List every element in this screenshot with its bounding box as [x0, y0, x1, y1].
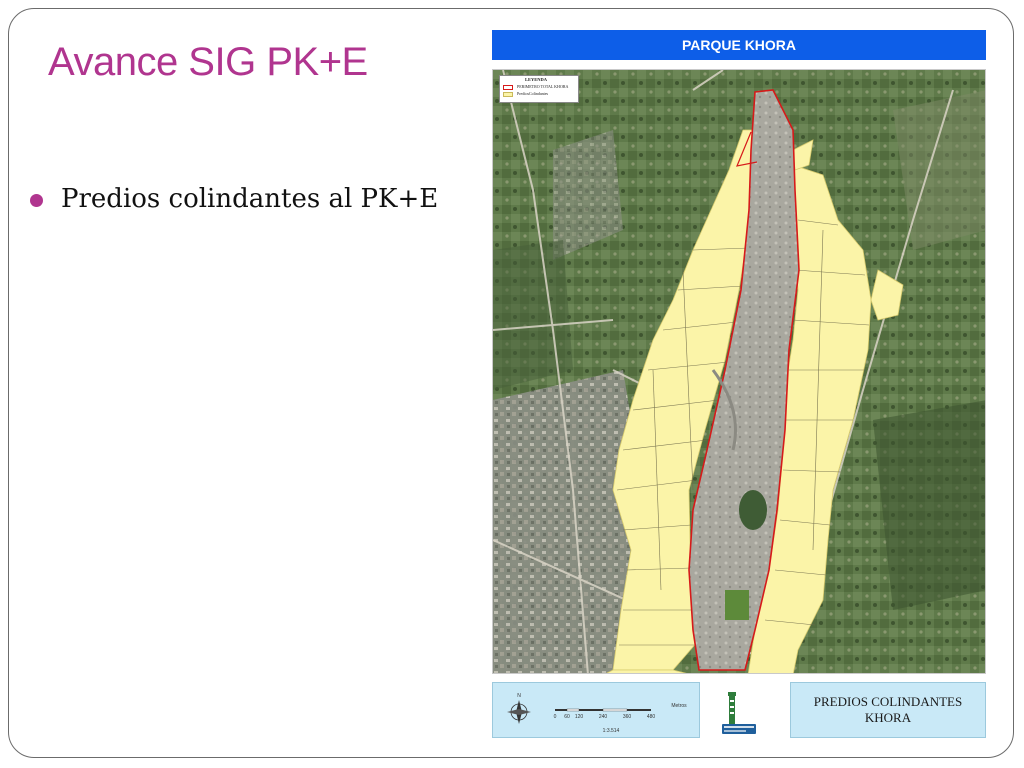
footer-title-line1: PREDIOS COLINDANTES	[813, 694, 963, 709]
parcel-swatch-icon	[503, 91, 513, 97]
scale-tick-label: 60	[564, 714, 570, 720]
compass-icon: N	[507, 693, 531, 724]
legend-item-perimeter: PERIMETRO TOTAL KHORA	[503, 84, 575, 90]
municipality-logo	[718, 682, 760, 738]
footer-title-line2: KHORA	[864, 710, 912, 725]
scale-tick-label: 120	[575, 714, 584, 720]
scale-tick-label: 480	[647, 714, 656, 720]
compass-north-label: N	[517, 693, 521, 699]
bullet-item: Predios colindantes al PK+E	[30, 184, 438, 214]
scale-tick-label: 360	[623, 714, 632, 720]
slide-title: Avance SIG PK+E	[48, 40, 368, 84]
bullet-text: Predios colindantes al PK+E	[61, 184, 439, 214]
map-panel: LEYENDA PERIMETRO TOTAL KHORA PrediosCol…	[492, 69, 986, 674]
legend-item-parcels: PrediosColindantes	[503, 91, 575, 97]
scale-tick-label: 240	[599, 714, 608, 720]
map-legend: LEYENDA PERIMETRO TOTAL KHORA PrediosCol…	[499, 75, 579, 103]
scale-bar	[555, 708, 651, 712]
perimeter-swatch-icon	[503, 84, 513, 90]
aerial-map	[493, 70, 985, 673]
map-header: PARQUE KHORA	[492, 30, 986, 60]
legend-label: PERIMETRO TOTAL KHORA	[517, 84, 569, 89]
scale-tick-label: 0	[554, 714, 557, 720]
bullet-dot-icon	[30, 193, 43, 207]
scale-ratio-label: 1:3.514	[603, 728, 620, 734]
scale-graphic: N 0 60 120 240 360 480 Metros 1:3.514	[507, 693, 687, 734]
legend-title: LEYENDA	[525, 77, 548, 82]
scale-unit-label: Metros	[671, 703, 687, 709]
legend-label: PrediosColindantes	[517, 91, 549, 96]
scale-panel: N 0 60 120 240 360 480 Metros 1:3.514	[492, 682, 700, 738]
map-footer-title: PREDIOS COLINDANTES KHORA	[790, 682, 986, 738]
